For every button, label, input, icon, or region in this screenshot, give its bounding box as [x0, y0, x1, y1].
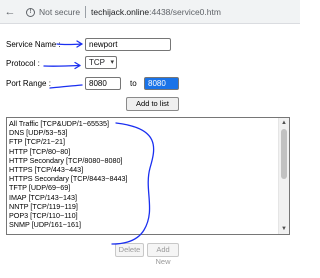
scroll-up-arrow-icon[interactable]: ▲	[279, 118, 289, 128]
address-divider	[85, 6, 86, 18]
service-name-label: Service Name :	[6, 40, 61, 49]
scroll-down-arrow-icon[interactable]: ▼	[279, 224, 289, 234]
info-warning-icon[interactable]: !	[26, 8, 35, 17]
list-scrollbar[interactable]: ▲ ▼	[278, 118, 289, 234]
back-arrow-icon[interactable]: ←	[2, 3, 18, 21]
url-field[interactable]: techijack.online:4438/service0.htm	[91, 7, 221, 17]
list-item[interactable]: DNS [UDP/53~53]	[9, 128, 279, 137]
annotation-arrowhead-protocol	[74, 61, 81, 70]
list-item[interactable]: FTP [TCP/21~21]	[9, 137, 279, 146]
protocol-value: TCP	[89, 58, 105, 67]
protocol-select[interactable]: TCP ▾	[85, 56, 117, 69]
url-host: techijack.online	[91, 7, 150, 17]
service-list[interactable]: All Traffic [TCP&UDP/1~65535] DNS [UDP/5…	[6, 117, 290, 235]
list-item[interactable]: IMAP [TCP/143~143]	[9, 193, 279, 202]
port-start-input[interactable]	[85, 77, 121, 90]
annotation-arrow-service-name	[56, 43, 83, 46]
service-name-input[interactable]	[85, 38, 171, 51]
list-item[interactable]: SNMP [UDP/161~161]	[9, 220, 279, 229]
protocol-label: Protocol :	[6, 59, 40, 68]
list-item[interactable]: HTTPS Secondary [TCP/8443~8443]	[9, 174, 279, 183]
chevron-down-icon: ▾	[110, 59, 114, 66]
delete-button[interactable]: Delete	[115, 243, 144, 257]
list-item[interactable]: HTTP Secondary [TCP/8080~8080]	[9, 156, 279, 165]
annotation-arrow-protocol	[43, 64, 81, 67]
port-to-label: to	[130, 79, 137, 88]
annotation-arrowhead-service-name	[76, 40, 83, 48]
list-item[interactable]: TFTP [UDP/69~69]	[9, 183, 279, 192]
url-path: :4438/service0.htm	[149, 7, 221, 17]
security-status[interactable]: Not secure	[39, 7, 80, 17]
list-item[interactable]: HTTP [TCP/80~80]	[9, 147, 279, 156]
add-to-list-button[interactable]: Add to list	[126, 97, 179, 111]
list-item[interactable]: POP3 [TCP/110~110]	[9, 211, 279, 220]
list-item[interactable]: NNTP [TCP/119~119]	[9, 202, 279, 211]
add-new-button[interactable]: Add New	[147, 243, 179, 266]
annotation-mark-port-range	[49, 84, 83, 89]
address-bar: ← ! Not secure techijack.online:4438/ser…	[0, 0, 300, 24]
port-end-input[interactable]	[144, 77, 179, 90]
list-item[interactable]: All Traffic [TCP&UDP/1~65535]	[9, 119, 279, 128]
scroll-thumb[interactable]	[281, 129, 287, 179]
list-item[interactable]: HTTPS [TCP/443~443]	[9, 165, 279, 174]
port-range-label: Port Range :	[6, 79, 51, 88]
